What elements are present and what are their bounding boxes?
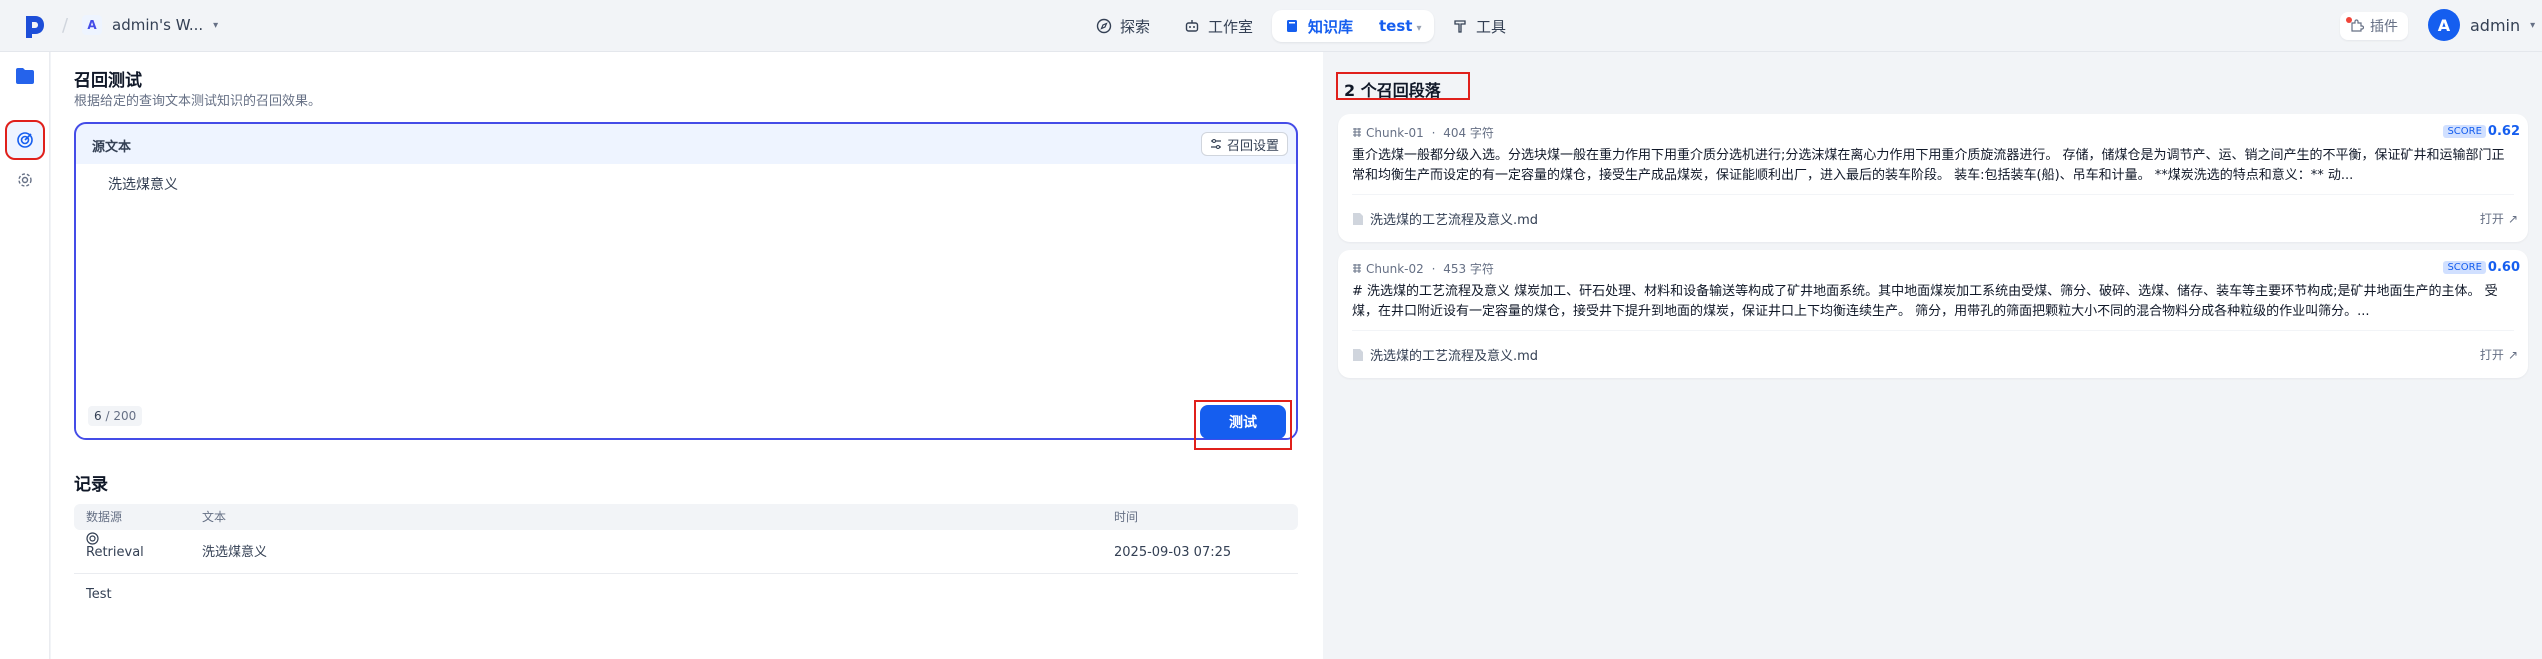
- nav-knowledge[interactable]: 知识库 test ▾: [1272, 10, 1434, 42]
- meta-dot: ·: [1427, 125, 1440, 140]
- results-title: 2 个召回段落: [1344, 81, 1441, 100]
- robot-icon: [1185, 20, 1199, 32]
- record-time: 2025-09-03 07:25: [1114, 545, 1232, 560]
- dataset-name: test: [1379, 17, 1413, 35]
- document-icon: [1353, 348, 1363, 361]
- workspace-switcher[interactable]: A admin's W... ▾: [82, 15, 218, 35]
- grid-icon: [1353, 263, 1361, 273]
- book-icon: [1287, 20, 1297, 32]
- results-panel: 2 个召回段落 Chunk-01 · 404 字符 SCORE 0.62 重介选…: [1324, 52, 2542, 659]
- column-header-source: 数据源: [86, 510, 123, 524]
- user-name: admin: [2470, 15, 2521, 35]
- open-link[interactable]: 打开 ↗: [2480, 210, 2518, 227]
- folder-icon: [16, 68, 34, 84]
- chunk-file: 洗选煤的工艺流程及意义.md: [1352, 345, 1538, 364]
- breadcrumb-separator: /: [62, 15, 69, 36]
- recall-settings-button[interactable]: 召回设置: [1200, 132, 1288, 156]
- chevron-down-icon: ▾: [2530, 19, 2536, 31]
- test-button[interactable]: 测试: [1200, 405, 1286, 439]
- retrieval-test-panel: 召回测试 根据给定的查询文本测试知识的召回效果。 源文本 召回设置 洗选煤意义 …: [51, 52, 1323, 659]
- table-row[interactable]: Retrieval Test 洗选煤意义 2025-09-03 07:25: [74, 532, 1298, 602]
- chunk-content: # 洗选煤的工艺流程及意义 煤炭加工、矸石处理、材料和设备输送等构成了矿井地面系…: [1352, 284, 2498, 319]
- nav-studio-label: 工作室: [1208, 17, 1254, 36]
- score-label: SCORE: [2443, 261, 2486, 274]
- dataset-selector[interactable]: test ▾: [1379, 17, 1421, 35]
- plugin-label: 插件: [2370, 19, 2398, 35]
- settings-sliders-icon: [1210, 139, 1221, 149]
- sidebar-item-retrieval-test[interactable]: [5, 120, 45, 160]
- hammer-icon: [1454, 20, 1466, 33]
- score-value: 0.62: [2487, 124, 2520, 139]
- chunk-file-name: 洗选煤的工艺流程及意义.md: [1370, 349, 1539, 364]
- nav-knowledge-label: 知识库: [1308, 17, 1354, 36]
- chevron-down-icon: ▾: [213, 19, 219, 31]
- source-text-box: 源文本 召回设置 洗选煤意义 6 / 200: [74, 122, 1298, 440]
- avatar: A: [2428, 9, 2460, 41]
- notification-dot: [2346, 17, 2352, 23]
- divider: [1352, 330, 2514, 331]
- open-label: 打开: [2479, 348, 2504, 362]
- recall-settings-label: 召回设置: [1226, 138, 1279, 154]
- chunk-file: 洗选煤的工艺流程及意义.md: [1352, 209, 1538, 228]
- arrow-up-right-icon: ↗: [2507, 211, 2518, 226]
- record-text: 洗选煤意义: [202, 545, 268, 560]
- column-header-text: 文本: [202, 510, 227, 524]
- chunk-chars: 453 字符: [1443, 262, 1494, 276]
- nav-explore-label: 探索: [1120, 17, 1151, 36]
- char-count-max: / 200: [105, 409, 137, 423]
- chevron-down-icon: ▾: [1416, 23, 1422, 34]
- dataset-sidebar: [0, 52, 50, 659]
- records-title: 记录: [74, 475, 108, 495]
- gear-icon: [18, 173, 32, 187]
- chunk-id: Chunk-01: [1366, 125, 1424, 140]
- source-text-label: 源文本: [92, 140, 132, 155]
- chunk-chars: 404 字符: [1443, 126, 1494, 140]
- record-source-label: Retrieval Test: [86, 545, 144, 602]
- chunk-meta: Chunk-01 · 404 字符: [1352, 124, 1494, 141]
- dify-logo[interactable]: [24, 14, 46, 38]
- puzzle-icon: [2351, 19, 2364, 32]
- char-counter: 6 / 200: [88, 406, 143, 426]
- score-value: 0.60: [2487, 260, 2520, 275]
- nav-tools-label: 工具: [1476, 17, 1507, 36]
- workspace-name: admin's W...: [112, 16, 204, 34]
- chunk-file-name: 洗选煤的工艺流程及意义.md: [1370, 213, 1539, 228]
- workspace-avatar: A: [82, 15, 102, 35]
- document-icon: [1353, 212, 1363, 225]
- chunk-card[interactable]: Chunk-02 · 453 字符 SCORE 0.60 # 洗选煤的工艺流程及…: [1338, 250, 2528, 378]
- open-label: 打开: [2479, 212, 2504, 226]
- page-title: 召回测试: [74, 71, 142, 91]
- nav-explore[interactable]: 探索: [1084, 10, 1162, 42]
- target-icon: [17, 132, 33, 148]
- chunk-id: Chunk-02: [1366, 261, 1424, 276]
- user-menu[interactable]: A admin ▾: [2428, 9, 2535, 41]
- meta-dot: ·: [1427, 261, 1440, 276]
- chunk-meta: Chunk-02 · 453 字符: [1352, 260, 1494, 277]
- nav-tools[interactable]: 工具: [1440, 10, 1518, 42]
- nav-studio[interactable]: 工作室: [1172, 10, 1265, 42]
- query-textarea[interactable]: 洗选煤意义 6 / 200: [76, 164, 1296, 438]
- score-label: SCORE: [2443, 125, 2486, 138]
- char-count-current: 6: [94, 409, 102, 423]
- column-header-time: 时间: [1114, 510, 1139, 524]
- arrow-up-right-icon: ↗: [2507, 347, 2518, 362]
- open-link[interactable]: 打开 ↗: [2480, 346, 2518, 363]
- chunk-content: 重介选煤一般都分级入选。分选块煤一般在重力作用下用重介质分选机进行;分选沫煤在离…: [1352, 148, 2505, 183]
- chunk-card[interactable]: Chunk-01 · 404 字符 SCORE 0.62 重介选煤一般都分级入选…: [1338, 114, 2528, 242]
- compass-icon: [1096, 18, 1112, 34]
- sidebar-item-settings[interactable]: [7, 162, 43, 198]
- page-description: 根据给定的查询文本测试知识的召回效果。: [74, 94, 322, 109]
- query-text: 洗选煤意义: [108, 177, 178, 193]
- plugin-button[interactable]: 插件: [2340, 12, 2408, 40]
- divider: [1352, 194, 2514, 195]
- records-table-header: 数据源 文本 时间: [74, 504, 1298, 530]
- grid-icon: [1353, 127, 1361, 137]
- chunk-score: SCORE 0.62: [2443, 124, 2520, 139]
- top-bar: / A admin's W... ▾ 探索 工作室 知识库 test ▾ 工具 插…: [0, 0, 2542, 52]
- sidebar-item-documents[interactable]: [7, 58, 43, 94]
- chunk-score: SCORE 0.60: [2443, 260, 2520, 275]
- record-source: Retrieval Test: [86, 532, 144, 602]
